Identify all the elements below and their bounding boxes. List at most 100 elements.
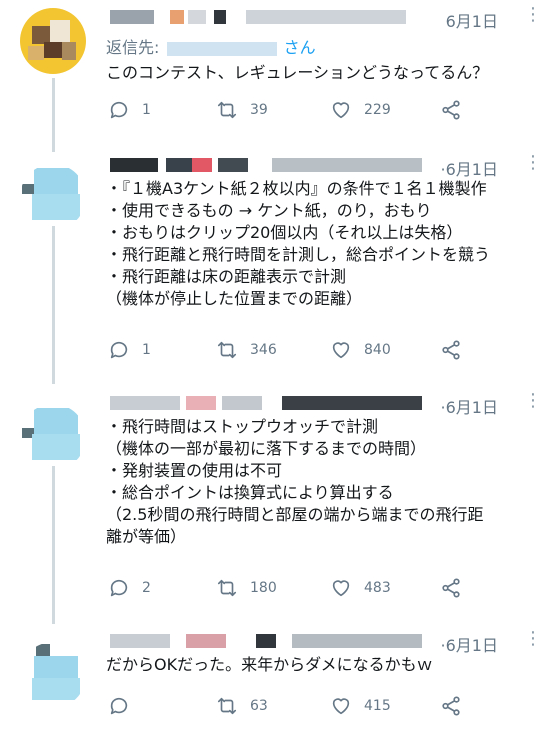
user-header[interactable] (106, 6, 426, 30)
reply-to: 返信先: さん (106, 34, 316, 58)
user-header[interactable] (106, 392, 426, 416)
more-options-icon[interactable]: ⋮ (524, 392, 542, 410)
thread-line (52, 466, 55, 624)
avatar-pixel (50, 20, 70, 42)
heart-icon (332, 102, 350, 119)
retweet-count: 346 (250, 342, 277, 358)
reply-icon (110, 579, 128, 597)
retweet-button[interactable]: 39 (216, 98, 268, 122)
retweet-button[interactable]: 63 (216, 694, 268, 718)
share-button[interactable] (440, 338, 462, 362)
like-button[interactable]: 229 (330, 98, 391, 122)
avatar-pixel (32, 678, 80, 700)
tweet-actions: 1 346 840 (108, 338, 468, 362)
avatar[interactable] (20, 164, 86, 230)
blurred-username (222, 396, 262, 410)
tweet-date-text: 6月1日 (445, 160, 498, 179)
blurred-handle (292, 634, 422, 648)
blurred-username (186, 634, 226, 648)
reply-button[interactable]: 1 (108, 98, 151, 122)
avatar-pixel (62, 42, 76, 60)
like-count: 840 (364, 342, 391, 358)
tweet-date[interactable]: ·6月1日 (441, 394, 498, 418)
tweet-4[interactable]: ·6月1日 ⋮ だからOKだった。来年からダメになるかもｗ 63 415 (0, 624, 550, 730)
like-button[interactable]: 840 (330, 338, 391, 362)
more-options-icon[interactable]: ⋮ (524, 630, 542, 648)
like-button[interactable]: 483 (330, 576, 391, 600)
retweet-icon (217, 579, 237, 597)
more-options-icon[interactable]: ⋮ (524, 6, 542, 24)
like-button[interactable]: 415 (330, 694, 391, 718)
tweet-3[interactable]: ·6月1日 ⋮ ・飛行時間はストップウオッチで計測 （機体の一部が最初に落下する… (0, 386, 550, 624)
thread-line (52, 226, 55, 384)
reply-count: 1 (142, 102, 151, 118)
avatar-pixel (36, 644, 50, 656)
blurred-username (110, 634, 170, 648)
reply-button[interactable]: 2 (108, 576, 151, 600)
blurred-username (110, 10, 154, 24)
tweet-1[interactable]: 6月1日 ⋮ 返信先: さん このコンテスト、レギュレーションどうなってるん？ … (0, 0, 550, 152)
heart-icon (332, 342, 350, 359)
tweet-date[interactable]: ·6月1日 (441, 632, 498, 656)
heart-icon (332, 580, 350, 597)
tweet-text: このコンテスト、レギュレーションどうなってるん？ (106, 63, 489, 82)
retweet-button[interactable]: 346 (216, 338, 277, 362)
share-button[interactable] (440, 98, 462, 122)
reply-button[interactable]: 1 (108, 338, 151, 362)
avatar-pixel (34, 168, 78, 194)
user-header[interactable] (106, 630, 426, 654)
blurred-handle (282, 396, 422, 410)
blurred-username (110, 158, 158, 172)
blurred-username (110, 396, 180, 410)
tweet-actions: 2 180 483 (108, 576, 468, 600)
blurred-username (186, 396, 216, 410)
reply-to-suffix[interactable]: さん (284, 38, 316, 57)
share-icon (442, 696, 460, 716)
like-count: 229 (364, 102, 391, 118)
blurred-handle (272, 158, 422, 172)
avatar-pixel (32, 194, 80, 220)
share-icon (442, 340, 460, 360)
blurred-username (170, 10, 184, 24)
avatar-pixel (22, 184, 34, 194)
avatar[interactable] (20, 404, 86, 470)
tweet-text: だからOKだった。来年からダメになるかもｗ (106, 655, 433, 674)
avatar[interactable] (20, 642, 86, 708)
reply-to-handle-blurred[interactable] (166, 41, 277, 56)
reply-count: 1 (142, 342, 151, 358)
thread-line (52, 78, 55, 152)
tweet-actions: 1 39 229 (108, 98, 468, 122)
blurred-handle (246, 10, 406, 24)
retweet-button[interactable]: 180 (216, 576, 277, 600)
share-button[interactable] (440, 576, 462, 600)
like-count: 483 (364, 580, 391, 596)
blurred-username (192, 158, 212, 172)
retweet-icon (217, 101, 237, 119)
avatar-pixel (44, 42, 62, 58)
tweet-text: ・飛行時間はストップウオッチで計測 （機体の一部が最初に落下するまでの時間） ・… (106, 417, 484, 546)
reply-to-label: 返信先: (106, 38, 160, 57)
avatar[interactable] (20, 8, 86, 74)
retweet-count: 39 (250, 102, 268, 118)
tweet-date[interactable]: ·6月1日 (441, 156, 498, 180)
share-icon (442, 578, 460, 598)
like-count: 415 (364, 698, 391, 714)
blurred-username (256, 634, 276, 648)
tweet-text: ・『１機A3ケント紙２枚以内』の条件で１名１機製作 ・使用できるもの → ケント… (106, 179, 491, 308)
retweet-count: 63 (250, 698, 268, 714)
retweet-icon (217, 697, 237, 715)
more-options-icon[interactable]: ⋮ (524, 154, 542, 172)
reply-button[interactable] (108, 694, 142, 718)
heart-icon (332, 698, 350, 715)
blurred-username (214, 10, 226, 24)
tweet-date[interactable]: 6月1日 (446, 8, 498, 32)
avatar-pixel (32, 434, 80, 460)
user-header[interactable] (106, 154, 426, 178)
blurred-username (218, 158, 248, 172)
share-icon (442, 100, 460, 120)
blurred-username (166, 158, 192, 172)
retweet-icon (217, 341, 237, 359)
tweet-2[interactable]: ·6月1日 ⋮ ・『１機A3ケント紙２枚以内』の条件で１名１機製作 ・使用できる… (0, 148, 550, 384)
tweet-actions: 63 415 (108, 694, 468, 718)
share-button[interactable] (440, 694, 462, 718)
